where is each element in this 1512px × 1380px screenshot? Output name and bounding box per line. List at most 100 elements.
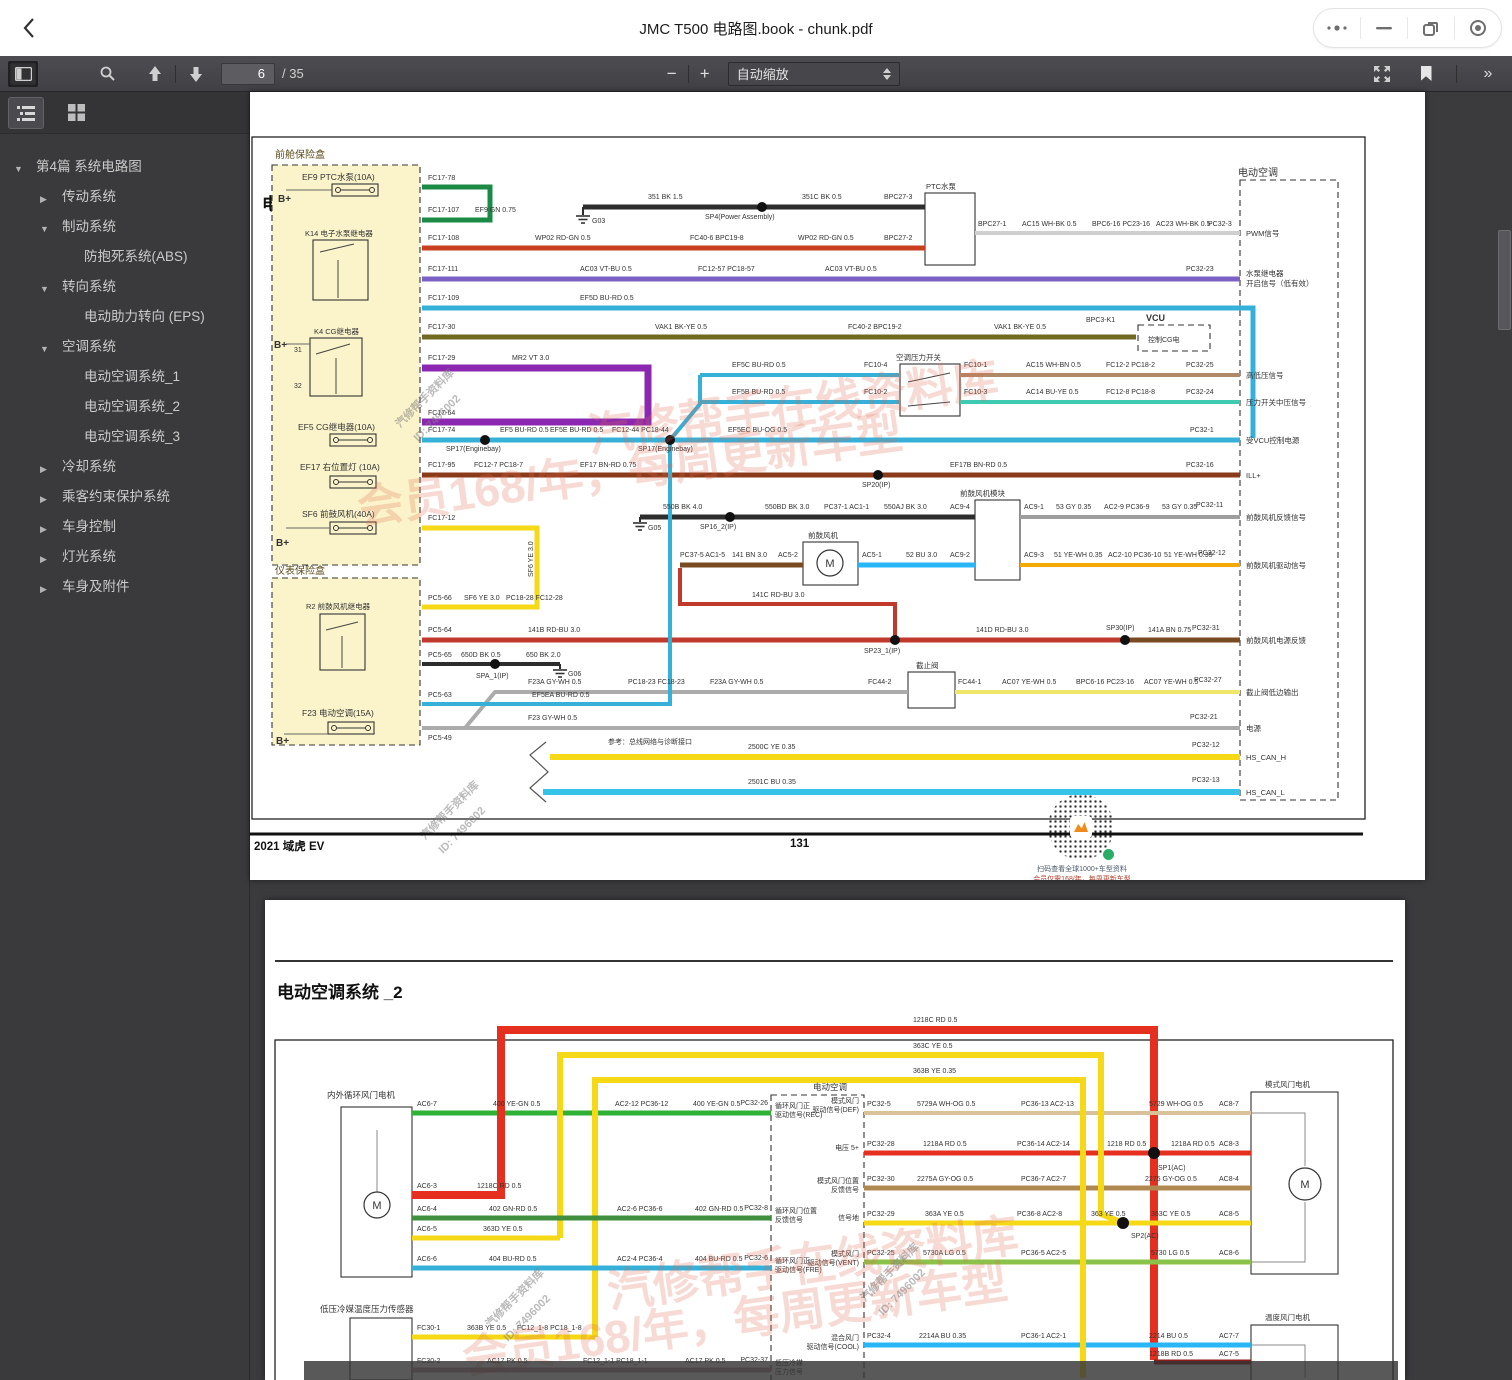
diagram-label: FC17-29 [428,355,455,362]
diagram-label: 141C RD-BU 3.0 [752,592,805,599]
toc-item[interactable]: ▶冷却系统 [0,452,249,482]
qr-caption-line1: 扫码查看全球1000+车型资料 [972,864,1192,874]
tab-thumbnails[interactable] [58,97,94,129]
diagram-label: 351 BK 1.5 [648,194,683,201]
diagram-label: EF5 CG继电器(10A) [298,422,375,432]
sidebar: ▼第4篇 系统电路图▶传动系统▼制动系统防抱死系统(ABS) ▼转向系统电动助力转… [0,92,250,1380]
diagram-label: F23A GY-WH 0.5 [528,679,582,686]
diagram-label: AC8-3 [1219,1141,1239,1148]
wire [422,187,490,220]
toc-item[interactable]: 电动空调系统_2 [0,392,235,422]
diagram-label: PC32-12 [1192,742,1220,749]
toc-item[interactable]: 防抱死系统(ABS) [0,242,235,272]
wechat-badge-icon [1101,847,1116,862]
diagram-label: BPC6-16 PC23-16 [1076,679,1134,686]
toc-item[interactable]: 电动空调系统_1 [0,362,235,392]
diagram-label: B+ [274,340,287,351]
toc-item[interactable]: 电动助力转向 (EPS) [0,302,235,332]
diagram-label: G03 [592,218,605,225]
restore-button[interactable] [1408,9,1454,47]
search-button[interactable] [92,61,122,87]
diagram-label: 5729A WH-OG 0.5 [917,1101,975,1108]
footer-page-number: 131 [790,838,809,850]
diagram-label: EF9 GN 0.75 [475,207,516,214]
diagram-label: 温度风门电机 [1265,1312,1310,1322]
diagram-label: AC07 YE-WH 0.5 [1144,679,1198,686]
diagram-label: K4 CG继电器 [314,326,360,336]
bookmark-button[interactable] [1411,61,1441,87]
diagram-label: 650D BK 0.5 [461,652,501,659]
toc-item[interactable]: ▶乘客约束保护系统 [0,482,249,512]
diagram-label: SF6 YE 3.0 [528,541,535,577]
vertical-scrollbar-thumb[interactable] [1498,230,1511,330]
diagram-label: PC5-49 [428,735,452,742]
minimize-button[interactable] [1361,9,1407,47]
diagram-label: AC9-4 [950,504,970,511]
diagram-label: B+ [276,736,289,747]
toc-item[interactable]: ▶灯光系统 [0,542,249,572]
diagram-label: 141A BN 0.75 [1148,627,1191,634]
diagram-label: PC32-26 [740,1100,768,1107]
presentation-mode-button[interactable] [1367,61,1397,87]
toolbar-divider [175,65,176,83]
diagram-label: PC32-1 [1190,427,1214,434]
diagram-label: 高低压信号 [1246,370,1284,380]
diagram-label: PC36-1 AC2-1 [1021,1333,1066,1340]
toc-item[interactable]: ▶车身控制 [0,512,249,542]
diagram-label: G06 [568,671,581,678]
diagram-label: 前鼓风机电源反馈 [1246,635,1306,645]
toc-tree: ▼第4篇 系统电路图▶传动系统▼制动系统防抱死系统(ABS) ▼转向系统电动助力转… [0,134,249,602]
diagram-label: MR2 VT 3.0 [512,355,549,362]
diagram-label: 363B YE 0.35 [913,1068,956,1075]
diagram-label: 5729 WH-OG 0.5 [1149,1101,1203,1108]
tab-outline[interactable] [8,97,44,129]
diagram-label: AC8-7 [1219,1101,1239,1108]
diagram-label: AC8-4 [1219,1176,1239,1183]
diagram-label: WP02 RD-GN 0.5 [798,235,854,242]
pdf-page-1: 电动空调系统 _1 M前舱保险盒EF9 PTC水泵(10A)B+K14 电子水泵… [250,92,1425,880]
diagram-label: 水泵继电器 [1246,268,1284,278]
qr-caption-line2: 会员仅需168/年，每周更新车型 [972,874,1192,880]
page-number-input[interactable] [221,63,275,85]
toc-item[interactable]: ▼转向系统 [0,272,249,302]
zoom-out-button[interactable]: − [659,64,685,84]
diagram-label: 前鼓风机反馈信号 [1246,512,1306,522]
junction-dot [890,635,900,645]
toc-item-label: 防抱死系统(ABS) [84,249,188,264]
toolbar-divider [688,65,689,83]
diagram-label: SPA_1(IP) [476,673,509,680]
wire [1251,1113,1305,1166]
component-box [908,672,955,708]
previous-page-button[interactable] [140,61,170,87]
horizontal-scrollbar-thumb[interactable] [304,1361,1398,1380]
diagram-label: PC36-13 AC2-13 [1021,1101,1074,1108]
toc-item[interactable]: ▼第4篇 系统电路图 [0,152,249,182]
diagram-label: 550AJ BK 3.0 [884,504,927,511]
diagram-label: 363D YE 0.5 [483,1226,523,1233]
toc-item[interactable]: ▼空调系统 [0,332,249,362]
diagram-label: B+ [276,538,289,549]
diagram-label: EF9 PTC水泵(10A) [302,172,375,182]
more-tools-button[interactable]: » [1472,61,1502,87]
sidebar-toggle-button[interactable] [8,61,38,87]
diagram-label: FC12-8 PC18-8 [1106,389,1155,396]
diagram-label: F23A GY-WH 0.5 [710,679,764,686]
chevron-down-icon: ▼ [40,339,49,359]
diagram-label: AC6-4 [417,1206,437,1213]
diagram-label: FC44-2 [868,679,891,686]
diagram-label: 模式风门 [831,1096,859,1105]
record-button[interactable] [1455,9,1501,47]
toc-item[interactable]: ▶传动系统 [0,182,249,212]
diagram-label: 141B RD-BU 3.0 [528,627,580,634]
wiring-diagram-1: M前舱保险盒EF9 PTC水泵(10A)B+K14 电子水泵继电器K4 CG继电… [250,92,1425,880]
toc-item-label: 冷却系统 [62,459,116,474]
more-options-button[interactable] [1314,9,1360,47]
zoom-in-button[interactable]: + [692,64,718,84]
zoom-select-dropdown[interactable]: 自动缩放 [728,62,900,86]
toc-item[interactable]: ▼制动系统 [0,212,249,242]
toc-item[interactable]: ▶车身及附件 [0,572,249,602]
next-page-button[interactable] [181,61,211,87]
search-icon [100,66,115,81]
outline-view-icon [17,105,35,121]
toc-item[interactable]: 电动空调系统_3 [0,422,235,452]
